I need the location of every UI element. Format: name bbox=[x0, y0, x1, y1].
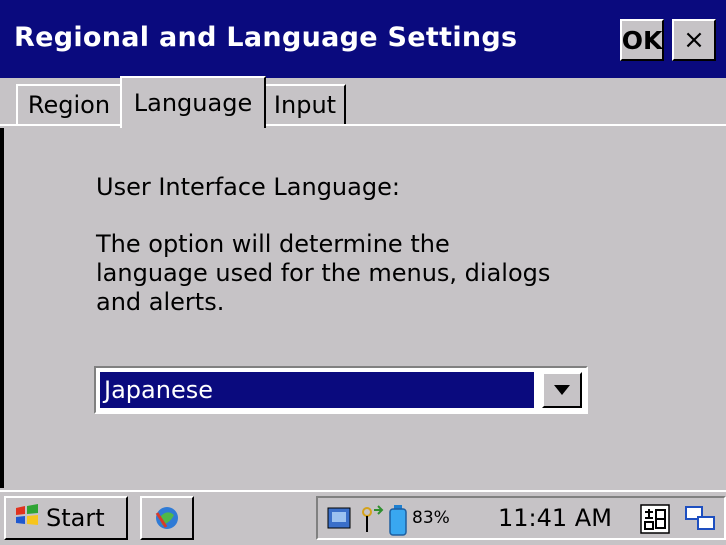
signal-icon[interactable] bbox=[360, 504, 384, 538]
battery-percent: 83% bbox=[412, 508, 450, 528]
tab-divider bbox=[0, 124, 726, 126]
taskbar-app-button[interactable] bbox=[140, 496, 194, 540]
panel-edge bbox=[0, 128, 4, 488]
tab-region[interactable]: Region bbox=[16, 84, 122, 124]
start-button[interactable]: Start bbox=[4, 496, 128, 540]
ok-button[interactable]: OK bbox=[620, 19, 664, 61]
connection-icon[interactable] bbox=[684, 504, 718, 538]
close-icon: × bbox=[683, 25, 705, 55]
chevron-down-icon bbox=[554, 385, 570, 395]
language-select-value[interactable]: Japanese bbox=[100, 372, 534, 408]
network-icon[interactable] bbox=[326, 504, 354, 536]
close-button[interactable]: × bbox=[672, 19, 716, 61]
clock[interactable]: 11:41 AM bbox=[498, 504, 612, 532]
description-text: The option will determine the language u… bbox=[96, 230, 551, 316]
system-tray: 83% 11:41 AM bbox=[316, 496, 726, 540]
tab-input[interactable]: Input bbox=[264, 84, 346, 124]
language-select[interactable]: Japanese bbox=[94, 366, 588, 414]
start-label: Start bbox=[46, 504, 105, 532]
dropdown-button[interactable] bbox=[542, 372, 582, 408]
battery-icon[interactable] bbox=[388, 504, 410, 540]
input-method-icon[interactable] bbox=[640, 504, 670, 538]
title-bar: Regional and Language Settings OK × bbox=[0, 0, 726, 78]
windows-flag-icon bbox=[14, 503, 40, 533]
app-icon bbox=[155, 507, 178, 529]
window-title: Regional and Language Settings bbox=[14, 22, 518, 53]
section-label: User Interface Language: bbox=[96, 173, 400, 201]
tab-language[interactable]: Language bbox=[120, 76, 266, 128]
